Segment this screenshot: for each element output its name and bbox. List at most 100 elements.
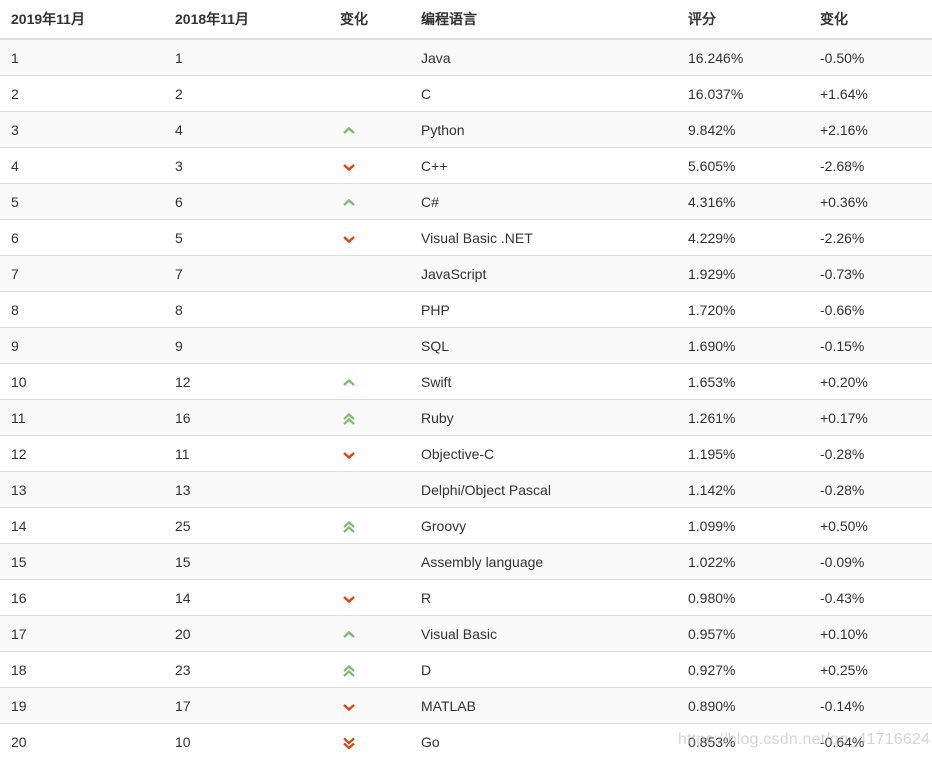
table-row: 10 12 Swift 1.653% +0.20%: [0, 363, 932, 400]
chevron-down-icon: [343, 595, 355, 603]
rank-2018: 6: [164, 183, 329, 220]
rank-2018: 20: [164, 615, 329, 652]
rank-2018: 25: [164, 507, 329, 544]
chevron-down-icon: [343, 163, 355, 171]
trend-cell: [329, 651, 410, 688]
chevron-down-icon: [343, 235, 355, 243]
double-chevron-up-icon: [343, 412, 355, 425]
header-change[interactable]: 变化: [809, 0, 932, 40]
rank-2019: 17: [0, 615, 164, 652]
rating: 4.229%: [677, 219, 809, 256]
language-name: Delphi/Object Pascal: [410, 471, 677, 508]
rating-change: -0.43%: [809, 579, 932, 616]
language-name: MATLAB: [410, 687, 677, 724]
rating-change: -0.09%: [809, 543, 932, 580]
rank-2019: 8: [0, 291, 164, 328]
table-row: 15 15 Assembly language 1.022% -0.09%: [0, 543, 932, 580]
header-rating[interactable]: 评分: [677, 0, 809, 40]
header-row: 2019年11月 2018年11月 变化 编程语言 评分 变化: [0, 0, 932, 40]
table-row: 16 14 R 0.980% -0.43%: [0, 579, 932, 616]
table-row: 5 6 C# 4.316% +0.36%: [0, 183, 932, 220]
language-name: Ruby: [410, 399, 677, 436]
rating-change: -0.15%: [809, 327, 932, 364]
rating: 1.929%: [677, 255, 809, 292]
header-language[interactable]: 编程语言: [410, 0, 677, 40]
trend-cell: [329, 543, 410, 580]
language-name: Go: [410, 723, 677, 759]
rank-2018: 13: [164, 471, 329, 508]
rank-2019: 16: [0, 579, 164, 616]
trend-cell: [329, 291, 410, 328]
rank-2018: 9: [164, 327, 329, 364]
rank-2019: 14: [0, 507, 164, 544]
double-chevron-up-icon: [343, 520, 355, 533]
table-row: 14 25 Groovy 1.099% +0.50%: [0, 507, 932, 544]
chevron-up-icon: [343, 378, 355, 386]
rating-change: -0.28%: [809, 435, 932, 472]
language-name: D: [410, 651, 677, 688]
language-name: C: [410, 75, 677, 112]
trend-cell: [329, 327, 410, 364]
rating: 1.261%: [677, 399, 809, 436]
rating: 0.853%: [677, 723, 809, 759]
table-row: 8 8 PHP 1.720% -0.66%: [0, 291, 932, 328]
rating-change: -0.73%: [809, 255, 932, 292]
language-name: Swift: [410, 363, 677, 400]
table-row: 6 5 Visual Basic .NET 4.229% -2.26%: [0, 219, 932, 256]
rank-2019: 4: [0, 147, 164, 184]
table-row: 4 3 C++ 5.605% -2.68%: [0, 147, 932, 184]
rating: 1.022%: [677, 543, 809, 580]
trend-cell: [329, 147, 410, 184]
rating-change: +0.36%: [809, 183, 932, 220]
header-trend[interactable]: 变化: [329, 0, 410, 40]
trend-cell: [329, 183, 410, 220]
rank-2018: 5: [164, 219, 329, 256]
rating-change: -0.28%: [809, 471, 932, 508]
rating-change: -0.50%: [809, 38, 932, 76]
rating-change: -2.68%: [809, 147, 932, 184]
trend-cell: [329, 255, 410, 292]
header-rank-2019[interactable]: 2019年11月: [0, 0, 164, 40]
table-row: 3 4 Python 9.842% +2.16%: [0, 111, 932, 148]
rank-2019: 7: [0, 255, 164, 292]
language-name: Groovy: [410, 507, 677, 544]
language-name: Objective-C: [410, 435, 677, 472]
language-name: Java: [410, 38, 677, 76]
header-rank-2018[interactable]: 2018年11月: [164, 0, 329, 40]
rating: 1.195%: [677, 435, 809, 472]
double-chevron-up-icon: [343, 664, 355, 677]
rating: 1.690%: [677, 327, 809, 364]
rank-2019: 18: [0, 651, 164, 688]
trend-cell: [329, 435, 410, 472]
rank-2018: 8: [164, 291, 329, 328]
language-name: Assembly language: [410, 543, 677, 580]
rating-change: +1.64%: [809, 75, 932, 112]
rating: 1.142%: [677, 471, 809, 508]
rating: 5.605%: [677, 147, 809, 184]
trend-cell: [329, 363, 410, 400]
rating: 1.720%: [677, 291, 809, 328]
chevron-up-icon: [343, 630, 355, 638]
rank-2019: 3: [0, 111, 164, 148]
rank-2019: 6: [0, 219, 164, 256]
rating-change: +2.16%: [809, 111, 932, 148]
chevron-down-icon: [343, 451, 355, 459]
rating-change: +0.10%: [809, 615, 932, 652]
rank-2019: 11: [0, 399, 164, 436]
language-name: Visual Basic .NET: [410, 219, 677, 256]
rank-2018: 2: [164, 75, 329, 112]
trend-cell: [329, 471, 410, 508]
language-name: PHP: [410, 291, 677, 328]
table-row: 2 2 C 16.037% +1.64%: [0, 75, 932, 112]
rank-2019: 5: [0, 183, 164, 220]
rating: 0.957%: [677, 615, 809, 652]
rank-2019: 1: [0, 38, 164, 76]
rank-2019: 10: [0, 363, 164, 400]
rating-change: +0.17%: [809, 399, 932, 436]
rank-2019: 13: [0, 471, 164, 508]
rank-2018: 1: [164, 38, 329, 76]
trend-cell: [329, 723, 410, 759]
language-name: R: [410, 579, 677, 616]
rating: 1.099%: [677, 507, 809, 544]
rating-change: +0.25%: [809, 651, 932, 688]
